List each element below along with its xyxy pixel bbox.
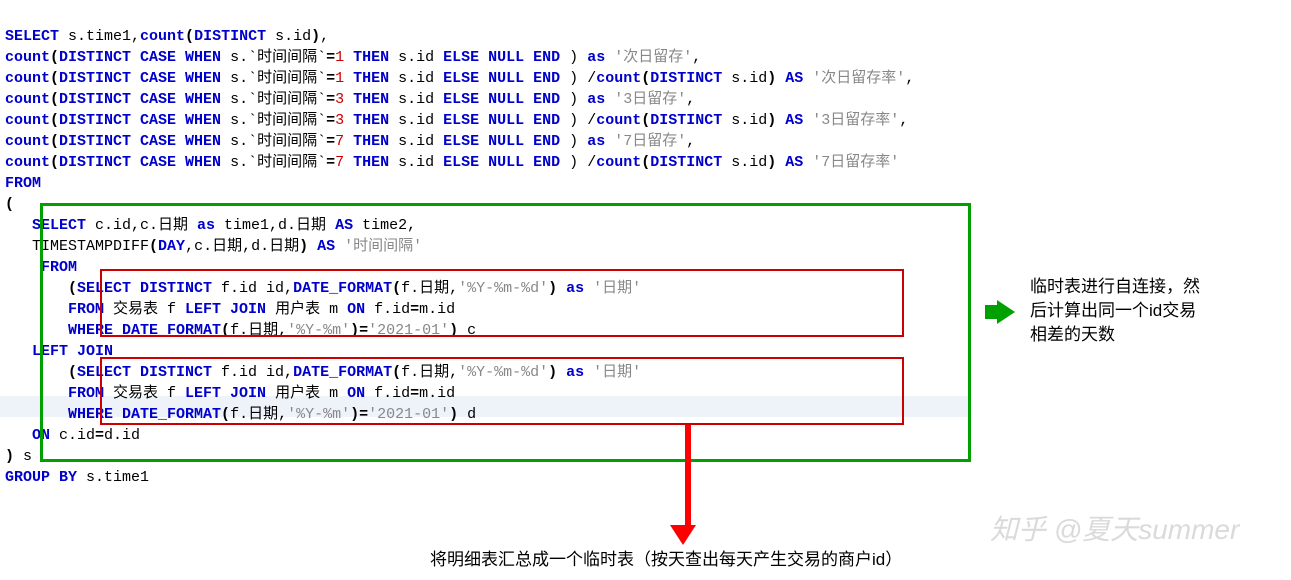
watermark: 知乎 @夏天summer bbox=[990, 510, 1239, 549]
sql-code-block: SELECT s.time1,count(DISTINCT s.id), cou… bbox=[5, 5, 1291, 488]
annotation-bottom: 将明细表汇总成一个临时表（按天查出每天产生交易的商户id） bbox=[430, 548, 902, 572]
arrow-right-icon bbox=[985, 300, 1015, 324]
arrow-down-icon bbox=[680, 425, 696, 545]
annotation-right: 临时表进行自连接，然 后计算出同一个id交易 相差的天数 bbox=[1030, 275, 1200, 346]
